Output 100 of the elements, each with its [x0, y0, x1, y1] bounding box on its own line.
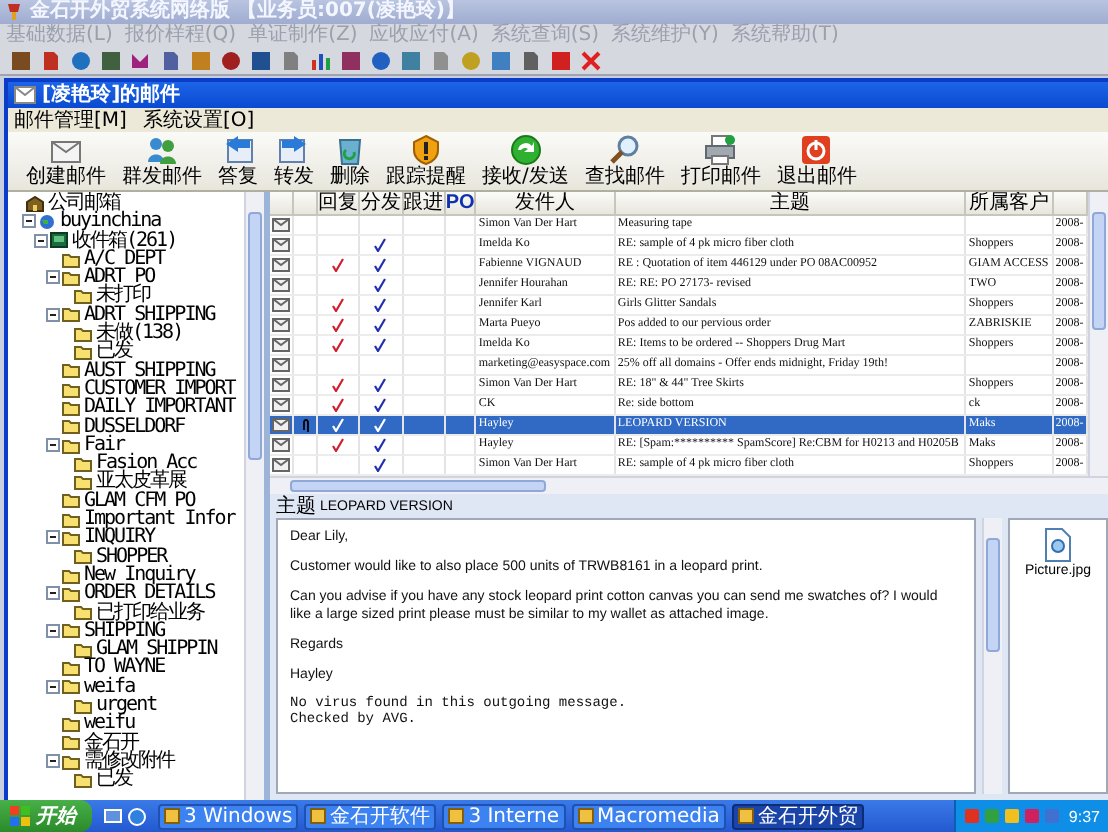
refresh-icon: [509, 134, 542, 166]
menu-item[interactable]: 邮件管理[M]: [14, 109, 127, 131]
tree-item[interactable]: 收件箱(261): [72, 231, 177, 250]
column-header[interactable]: 发件人: [475, 192, 615, 215]
expander-icon[interactable]: [34, 233, 48, 248]
tree-item[interactable]: 未做(138): [96, 324, 183, 343]
taskbar-button[interactable]: 金石开外贸: [731, 803, 864, 829]
tree-item[interactable]: buyinchina: [60, 212, 161, 232]
envelope-icon: [272, 318, 290, 332]
circle-icon[interactable]: [70, 49, 92, 71]
envelope-icon: [272, 398, 290, 412]
tree-item[interactable]: weifa: [84, 677, 135, 697]
subject-label: 主题: [276, 495, 316, 517]
tree-item[interactable]: Fair: [84, 435, 125, 455]
tree-item[interactable]: GLAM SHIPPIN: [96, 640, 217, 659]
tree-item[interactable]: TO WAYNE: [84, 658, 165, 678]
clock: 9:37: [1068, 807, 1100, 825]
square-icon[interactable]: [250, 49, 272, 71]
column-header[interactable]: 回复: [317, 192, 360, 215]
square-icon[interactable]: [490, 49, 512, 71]
taskbar-button[interactable]: Macromedia: [571, 803, 726, 829]
square-icon[interactable]: [550, 49, 572, 71]
taskbar-button[interactable]: 3 Interne: [442, 803, 566, 829]
tree-item[interactable]: CUSTOMER IMPORT: [84, 379, 235, 399]
desktop-icon[interactable]: [104, 807, 122, 825]
envelope-icon: [272, 418, 290, 432]
tree-item[interactable]: GLAM CFM PO: [84, 491, 195, 511]
envelope-icon: [272, 458, 290, 472]
bar-chart-icon[interactable]: [310, 49, 332, 71]
expander-icon[interactable]: [46, 307, 60, 322]
expander-icon[interactable]: [46, 754, 60, 769]
expander-icon[interactable]: [46, 270, 60, 285]
tree-item[interactable]: ADRT SHIPPING: [84, 305, 215, 325]
tree-item[interactable]: ORDER DETAILS: [84, 584, 215, 604]
tree-item[interactable]: 公司邮箱: [48, 194, 120, 213]
expander-icon[interactable]: [46, 530, 60, 545]
scrollbar[interactable]: [1088, 192, 1108, 476]
square-icon[interactable]: [10, 49, 32, 71]
window-icon: [577, 808, 594, 824]
tree-item[interactable]: urgent: [96, 696, 157, 715]
tree-item[interactable]: SHOPPER: [96, 547, 167, 566]
recycle-bin-icon: [334, 134, 366, 166]
scrollbar[interactable]: [244, 192, 264, 800]
tree-item[interactable]: 已发: [96, 342, 132, 362]
tree-item[interactable]: 需修改附件: [84, 751, 174, 771]
taskbar-button[interactable]: 3 Windows: [158, 803, 299, 829]
image-file-icon[interactable]: [1043, 528, 1072, 562]
toolbar-button[interactable]: 打印邮件: [674, 132, 767, 190]
tree-item[interactable]: New Inquiry: [84, 565, 195, 585]
square-icon[interactable]: [340, 49, 362, 71]
circle-icon[interactable]: [220, 49, 242, 71]
expander-icon[interactable]: [46, 679, 60, 694]
square-icon[interactable]: [100, 49, 122, 71]
envelope-icon: [14, 86, 36, 104]
toolbar-button[interactable]: 退出邮件: [770, 132, 863, 190]
envelope-icon: [272, 218, 290, 232]
tree-item[interactable]: weifu: [84, 714, 135, 734]
taskbar-button[interactable]: 金石开软件: [304, 803, 437, 829]
tree-item[interactable]: SHIPPING: [84, 621, 165, 641]
app-icon: [4, 2, 24, 22]
window-icon: [448, 808, 465, 824]
square-icon[interactable]: [400, 49, 422, 71]
tree-item[interactable]: AUST SHIPPING: [84, 361, 215, 380]
expander-icon[interactable]: [46, 438, 60, 452]
scrollbar[interactable]: [270, 476, 1108, 494]
toolbar-button[interactable]: 群发邮件: [116, 132, 208, 190]
windows-flag-icon: [10, 806, 30, 826]
toolbar-button[interactable]: 转发: [268, 132, 320, 190]
envelope-icon: [272, 338, 290, 352]
envelope-icon: [272, 258, 290, 272]
circle-icon[interactable]: [370, 49, 392, 71]
tree-item[interactable]: 已发: [96, 770, 132, 789]
tree-item[interactable]: 未打印: [96, 286, 150, 306]
toolbar-button[interactable]: 删除: [324, 132, 376, 190]
tree-item[interactable]: A/C DEPT: [84, 249, 165, 269]
menu-item[interactable]: 系统设置[O]: [142, 109, 255, 131]
toolbar-button[interactable]: 接收/发送: [476, 132, 575, 190]
window-icon: [737, 808, 754, 824]
toolbar-button[interactable]: 查找邮件: [578, 132, 671, 190]
tree-item[interactable]: 已打印给业务: [96, 603, 204, 622]
toolbar-button[interactable]: 跟踪提醒: [380, 132, 472, 190]
column-header[interactable]: 跟进: [402, 192, 445, 215]
scrollbar[interactable]: [982, 518, 1002, 794]
printer-icon: [704, 134, 737, 166]
tree-item[interactable]: Important Infor: [84, 510, 235, 529]
tree-item[interactable]: 金石开: [84, 733, 138, 752]
expander-icon[interactable]: [22, 214, 36, 229]
toolbar-button[interactable]: 创建邮件: [20, 132, 112, 190]
toolbar-button[interactable]: 答复: [212, 132, 264, 190]
tree-item[interactable]: DAILY IMPORTANT: [84, 398, 235, 418]
tree-item[interactable]: DUSSELDORF: [84, 417, 185, 436]
envelope-icon: [272, 278, 290, 292]
tree-item[interactable]: 亚太皮革展: [96, 472, 186, 492]
expander-icon[interactable]: [46, 623, 60, 638]
column-header[interactable]: 分发: [359, 192, 402, 215]
close-icon[interactable]: [580, 49, 602, 71]
expander-icon[interactable]: [46, 586, 60, 601]
tree-item[interactable]: INQUIRY: [84, 528, 155, 548]
column-header[interactable]: PO: [444, 192, 476, 215]
inbox-icon: [50, 232, 68, 249]
